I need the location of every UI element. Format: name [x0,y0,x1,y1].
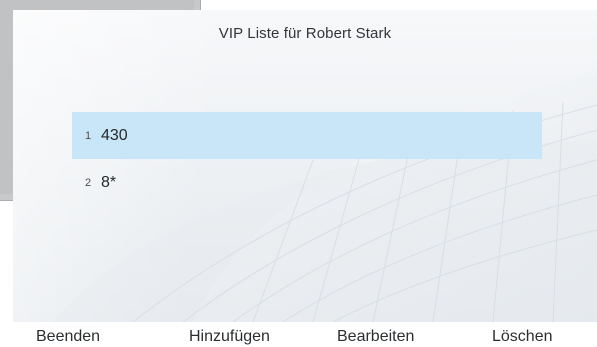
vip-list-screen: VIP Liste für Robert Stark 1 430 2 8* [13,10,597,322]
vip-list: 1 430 2 8* [72,112,542,206]
edit-softkey[interactable]: Bearbeiten [337,328,414,346]
exit-softkey[interactable]: Beenden [36,328,100,346]
list-item-index: 2 [85,176,92,189]
list-item-value: 430 [101,126,128,144]
list-item-value: 8* [101,173,117,191]
screen-title: VIP Liste für Robert Stark [218,25,392,42]
list-item-index: 1 [85,129,92,142]
delete-softkey[interactable]: Löschen [492,328,553,346]
add-softkey[interactable]: Hinzufügen [189,328,270,346]
phone-display: VIP Liste für Robert Stark 1 430 2 8* Be… [0,0,597,347]
list-item-2[interactable]: 2 8* [72,159,542,206]
softkey-bar: Beenden Hinzufügen Bearbeiten Löschen [0,322,597,347]
list-item-1[interactable]: 1 430 [72,112,542,159]
